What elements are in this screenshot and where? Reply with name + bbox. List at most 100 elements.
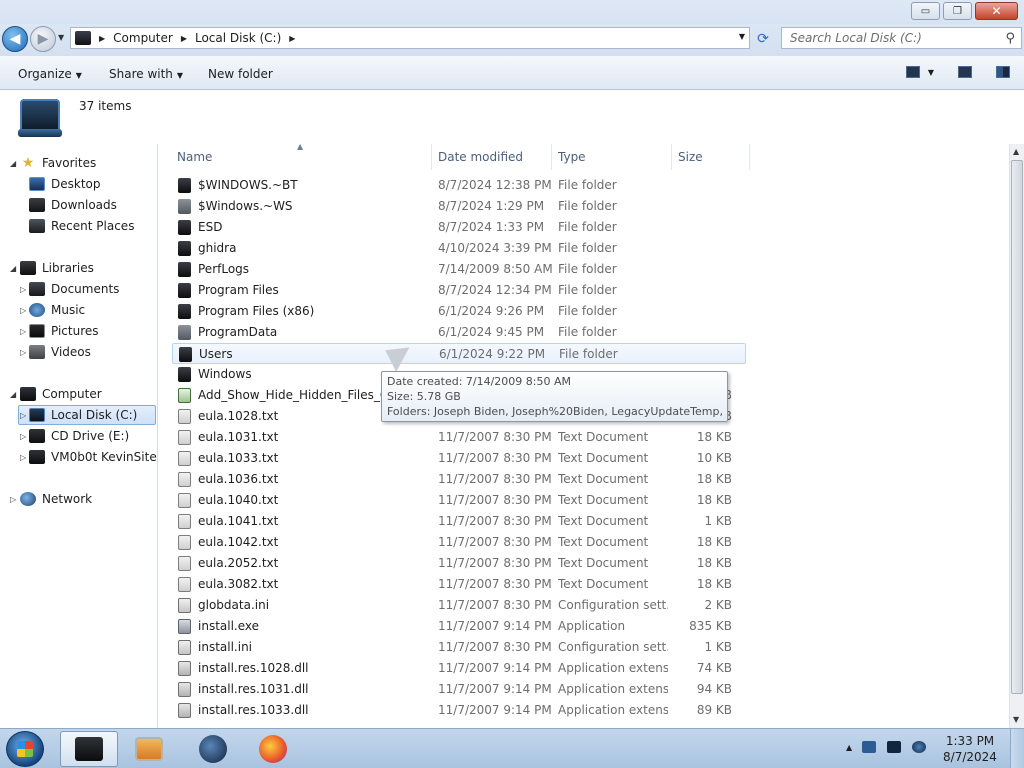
search-box[interactable]: ⚲	[781, 27, 1022, 49]
history-dropdown-icon[interactable]: ▼	[58, 33, 64, 42]
nav-local-disk[interactable]: Local Disk (C:)	[18, 405, 156, 425]
volume-icon[interactable]	[912, 741, 927, 753]
file-row[interactable]: Program Files (x86) 6/1/2024 9:26 PM File …	[172, 301, 746, 322]
refresh-button[interactable]: ⟳	[753, 29, 773, 49]
column-name[interactable]: Name	[171, 144, 432, 170]
file-row[interactable]: globdata.ini 11/7/2007 8:30 PM Configurati…	[172, 595, 746, 616]
expand-arrow-icon[interactable]: ▷	[20, 411, 26, 420]
scroll-up-icon[interactable]: ▲	[1013, 147, 1019, 156]
nav-downloads[interactable]: Downloads	[29, 195, 117, 215]
file-row[interactable]: ESD 8/7/2024 1:33 PM File folder	[172, 217, 746, 238]
chevron-right-icon[interactable]: ▶	[99, 34, 105, 43]
file-row[interactable]: ProgramData 6/1/2024 9:45 PM File folder	[172, 322, 746, 343]
column-date-modified[interactable]: Date modified	[432, 144, 552, 170]
minimize-button[interactable]: ▭	[911, 2, 940, 20]
nav-label: Recent Places	[51, 219, 135, 233]
nav-cd-drive[interactable]: CD Drive (E:)	[29, 426, 129, 446]
file-row[interactable]: Users 6/1/2024 9:22 PM File folder	[172, 343, 746, 364]
file-row[interactable]: eula.2052.txt 11/7/2007 8:30 PM Text Docum…	[172, 553, 746, 574]
back-button[interactable]: ◀	[2, 26, 28, 52]
close-button[interactable]: ✕	[975, 2, 1018, 20]
file-row[interactable]: install.res.1033.dll 11/7/2007 9:14 PM App…	[172, 700, 746, 721]
file-row[interactable]: ghidra 4/10/2024 3:39 PM File folder	[172, 238, 746, 259]
nav-network-drive[interactable]: VM0b0t KevinSite	[29, 447, 157, 467]
nav-libraries[interactable]: Libraries	[20, 258, 94, 278]
taskbar-firefox[interactable]	[244, 731, 302, 767]
show-hidden-icons-icon[interactable]: ▲	[846, 743, 852, 752]
address-bar[interactable]: ▶ Computer ▶ Local Disk (C:) ▶ ▼	[70, 27, 750, 49]
organize-button[interactable]: Organize ▼	[18, 67, 82, 81]
expand-arrow-icon[interactable]: ▷	[20, 453, 26, 462]
nav-recent-places[interactable]: Recent Places	[29, 216, 134, 236]
file-row[interactable]: $Windows.~WS 8/7/2024 1:29 PM File folder	[172, 196, 746, 217]
chevron-right-icon[interactable]: ▶	[181, 34, 187, 43]
expand-arrow-icon[interactable]: ▷	[20, 348, 26, 357]
file-name: install.res.1031.dll	[198, 682, 309, 696]
collapse-arrow-icon[interactable]: ◢	[10, 264, 16, 273]
file-row[interactable]: eula.1031.txt 11/7/2007 8:30 PM Text Docum…	[172, 427, 746, 448]
forward-button[interactable]: ▶	[30, 26, 56, 52]
nav-network[interactable]: Network	[20, 489, 92, 509]
expand-arrow-icon[interactable]: ▷	[10, 495, 16, 504]
expand-arrow-icon[interactable]: ▷	[20, 285, 26, 294]
scrollbar-thumb[interactable]	[1011, 160, 1023, 694]
file-row[interactable]: eula.1033.txt 11/7/2007 8:30 PM Text Docum…	[172, 448, 746, 469]
file-row[interactable]: eula.1041.txt 11/7/2007 8:30 PM Text Docum…	[172, 511, 746, 532]
file-date-modified: 11/7/2007 8:30 PM	[438, 598, 552, 612]
file-row[interactable]: install.ini 11/7/2007 8:30 PM Configuratio…	[172, 637, 746, 658]
address-row: ◀ ▶ ▼ ▶ Computer ▶ Local Disk (C:) ▶ ▼ ⟳…	[0, 24, 1024, 56]
network-status-icon[interactable]	[887, 741, 902, 753]
nav-computer[interactable]: Computer	[20, 384, 102, 404]
collapse-arrow-icon[interactable]: ◢	[10, 390, 16, 399]
view-dropdown-icon[interactable]: ▼	[928, 68, 934, 77]
file-row[interactable]: install.exe 11/7/2007 9:14 PM Application 8…	[172, 616, 746, 637]
nav-documents[interactable]: Documents	[29, 279, 119, 299]
expand-arrow-icon[interactable]: ▷	[20, 327, 26, 336]
file-row[interactable]: eula.1036.txt 11/7/2007 8:30 PM Text Docum…	[172, 469, 746, 490]
file-name: eula.1028.txt	[198, 409, 279, 423]
nav-music[interactable]: Music	[29, 300, 85, 320]
change-view-icon[interactable]	[905, 66, 920, 78]
file-row[interactable]: eula.1040.txt 11/7/2007 8:30 PM Text Docum…	[172, 490, 746, 511]
file-date-modified: 11/7/2007 8:30 PM	[438, 535, 552, 549]
breadcrumb-local-disk[interactable]: Local Disk (C:)	[195, 31, 281, 45]
new-folder-button[interactable]: New folder	[208, 67, 273, 81]
show-desktop-button[interactable]	[1010, 729, 1024, 768]
address-dropdown-icon[interactable]: ▼	[739, 32, 745, 41]
column-size[interactable]: Size	[672, 144, 750, 170]
taskbar-app[interactable]	[184, 731, 242, 767]
clock[interactable]: 1:33 PM 8/7/2024	[940, 733, 1000, 765]
vertical-scrollbar[interactable]: ▲ ▼	[1009, 144, 1024, 728]
file-row[interactable]: PerfLogs 7/14/2009 8:50 AM File folder	[172, 259, 746, 280]
start-button[interactable]	[6, 731, 44, 767]
search-input[interactable]	[790, 31, 990, 45]
nav-desktop[interactable]: Desktop	[29, 174, 101, 194]
file-row[interactable]: Program Files 8/7/2024 12:34 PM File folde…	[172, 280, 746, 301]
file-row[interactable]: eula.1042.txt 11/7/2007 8:30 PM Text Docum…	[172, 532, 746, 553]
column-type[interactable]: Type	[552, 144, 672, 170]
nav-label: Local Disk (C:)	[51, 408, 138, 422]
taskbar-media-player[interactable]	[120, 731, 178, 767]
chevron-down-icon: ▼	[75, 71, 82, 80]
nav-pictures[interactable]: Pictures	[29, 321, 99, 341]
action-center-icon[interactable]	[862, 741, 877, 753]
search-icon[interactable]: ⚲	[1005, 31, 1015, 46]
chevron-right-icon[interactable]: ▶	[289, 34, 295, 43]
file-row[interactable]: install.res.1031.dll 11/7/2007 9:14 PM App…	[172, 679, 746, 700]
command-bar: Organize ▼ Share with ▼ New folder ▼	[0, 56, 1024, 90]
expand-arrow-icon[interactable]: ▷	[20, 306, 26, 315]
file-row[interactable]: eula.3082.txt 11/7/2007 8:30 PM Text Docum…	[172, 574, 746, 595]
file-row[interactable]: install.res.1028.dll 11/7/2007 9:14 PM App…	[172, 658, 746, 679]
preview-pane-icon[interactable]	[958, 66, 972, 78]
file-row[interactable]: $WINDOWS.~BT 8/7/2024 12:38 PM File folder	[172, 175, 746, 196]
scroll-down-icon[interactable]: ▼	[1013, 715, 1019, 724]
help-icon[interactable]	[996, 66, 1010, 78]
breadcrumb-computer[interactable]: Computer	[113, 31, 173, 45]
nav-favorites[interactable]: ★ Favorites	[20, 153, 97, 173]
collapse-arrow-icon[interactable]: ◢	[10, 159, 16, 168]
expand-arrow-icon[interactable]: ▷	[20, 432, 26, 441]
taskbar-explorer[interactable]	[60, 731, 118, 767]
nav-videos[interactable]: Videos	[29, 342, 91, 362]
maximize-button[interactable]: ❐	[943, 2, 972, 20]
share-with-button[interactable]: Share with ▼	[109, 67, 183, 81]
